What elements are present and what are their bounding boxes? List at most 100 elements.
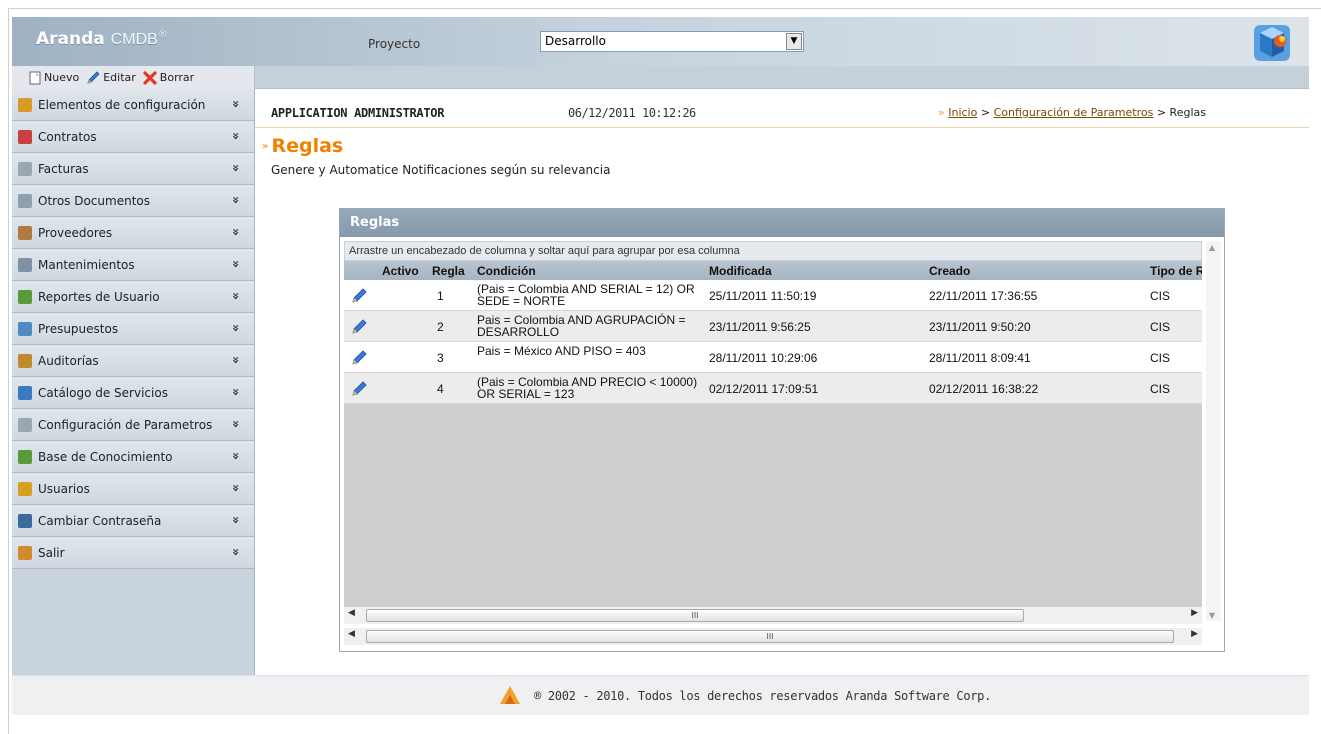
- sidebar-item-label: Salir: [38, 545, 65, 560]
- cell-condicion: Pais = México AND PISO = 403: [477, 344, 646, 358]
- edit-pencil-icon[interactable]: [350, 318, 368, 336]
- project-label: Proyecto: [368, 37, 421, 51]
- cell-modificada: 25/11/2011 11:50:19: [709, 289, 817, 303]
- cmdb-cube-icon: [1254, 25, 1290, 61]
- rules-grid-panel: Reglas Arrastre un encabezado de columna…: [339, 208, 1225, 652]
- copyright-text: ® 2002 - 2010. Todos los derechos reserv…: [534, 689, 992, 703]
- table-row[interactable]: 1 (Pais = Colombia AND SERIAL = 12) OR SE…: [344, 280, 1202, 311]
- panel-horizontal-scrollbar[interactable]: ◀ III ▶: [344, 628, 1202, 645]
- edit-button[interactable]: Editar: [85, 70, 136, 86]
- current-datetime: 06/12/2011 10:12:26: [568, 106, 696, 120]
- cell-creado: 23/11/2011 9:50:20: [929, 320, 1031, 334]
- cell-modificada: 28/11/2011 10:29:06: [709, 351, 818, 365]
- scroll-right-icon[interactable]: ▶: [1191, 608, 1198, 618]
- sidebar-item-label: Configuración de Parametros: [38, 417, 213, 432]
- sidebar-item[interactable]: Mantenimientos »: [12, 249, 254, 281]
- sidebar-item[interactable]: Elementos de configuración »: [12, 89, 254, 121]
- delete-button[interactable]: Borrar: [142, 70, 194, 86]
- column-header-condicion[interactable]: Condición: [477, 264, 536, 278]
- chevron-expand-icon[interactable]: »: [229, 452, 243, 460]
- sidebar-item[interactable]: Auditorías »: [12, 345, 254, 377]
- edit-pencil-icon[interactable]: [350, 380, 368, 398]
- gear-icon: [18, 97, 32, 112]
- breadcrumb-config-link[interactable]: Configuración de Parametros: [994, 106, 1154, 119]
- edit-pencil-icon[interactable]: [350, 349, 368, 367]
- sidebar-item-label: Usuarios: [38, 481, 90, 496]
- table-row[interactable]: 3 Pais = México AND PISO = 403 28/11/2011 …: [344, 342, 1202, 373]
- scroll-thumb[interactable]: III: [366, 630, 1174, 643]
- app-logo: Aranda CMDB®: [36, 29, 168, 49]
- sidebar-item[interactable]: Base de Conocimiento »: [12, 441, 254, 473]
- sidebar-item-label: Reportes de Usuario: [38, 289, 160, 304]
- sidebar-item[interactable]: Reportes de Usuario »: [12, 281, 254, 313]
- sidebar-item-label: Base de Conocimiento: [38, 449, 173, 464]
- chevron-expand-icon[interactable]: »: [229, 548, 243, 556]
- column-header-creado[interactable]: Creado: [929, 264, 970, 278]
- provider-icon: [18, 225, 32, 240]
- sidebar-item[interactable]: Catálogo de Servicios »: [12, 377, 254, 409]
- sidebar-item[interactable]: Otros Documentos »: [12, 185, 254, 217]
- scroll-down-icon[interactable]: ▼: [1209, 611, 1215, 620]
- page-title: » Reglas: [262, 135, 343, 157]
- maintenance-icon: [18, 257, 32, 272]
- chevron-expand-icon[interactable]: »: [229, 100, 243, 108]
- sidebar-item[interactable]: Presupuestos »: [12, 313, 254, 345]
- chevron-expand-icon[interactable]: »: [229, 164, 243, 172]
- cell-modificada: 23/11/2011 9:56:25: [709, 320, 811, 334]
- breadcrumb: » Inicio > Configuración de Parametros >…: [938, 106, 1206, 119]
- pencil-icon: [87, 70, 100, 84]
- chevron-expand-icon[interactable]: »: [229, 196, 243, 204]
- cell-tipo: CIS: [1150, 289, 1171, 303]
- breadcrumb-home-link[interactable]: Inicio: [948, 106, 977, 119]
- new-document-icon: [29, 71, 41, 84]
- sidebar-item[interactable]: Salir »: [12, 537, 254, 569]
- column-header-modificada[interactable]: Modificada: [709, 264, 772, 278]
- scroll-thumb[interactable]: III: [366, 609, 1024, 622]
- chevron-expand-icon[interactable]: »: [229, 292, 243, 300]
- chevron-expand-icon[interactable]: »: [229, 324, 243, 332]
- table-row[interactable]: 2 Pais = Colombia AND AGRUPACIÓN = DESARR…: [344, 311, 1202, 342]
- sidebar-item[interactable]: Usuarios »: [12, 473, 254, 505]
- cell-tipo: CIS: [1150, 351, 1171, 365]
- chevron-expand-icon[interactable]: »: [229, 132, 243, 140]
- sidebar-item-label: Presupuestos: [38, 321, 119, 336]
- vertical-scrollbar[interactable]: ▲ ▼: [1206, 241, 1221, 621]
- column-header-activo[interactable]: Activo: [382, 264, 419, 278]
- cell-regla: 3: [437, 351, 444, 365]
- sidebar-item[interactable]: Configuración de Parametros »: [12, 409, 254, 441]
- exit-icon: [18, 545, 32, 560]
- chevron-expand-icon[interactable]: »: [229, 260, 243, 268]
- column-header-regla[interactable]: Regla: [432, 264, 465, 278]
- toolbar-buttons: Nuevo Editar Borrar: [12, 66, 255, 89]
- chevron-expand-icon[interactable]: »: [229, 356, 243, 364]
- new-button[interactable]: Nuevo: [28, 71, 79, 85]
- sidebar-item[interactable]: Proveedores »: [12, 217, 254, 249]
- chevron-expand-icon[interactable]: »: [229, 516, 243, 524]
- sidebar-item[interactable]: Cambiar Contraseña »: [12, 505, 254, 537]
- grid-horizontal-scrollbar[interactable]: ◀ III ▶: [344, 607, 1202, 624]
- edit-pencil-icon[interactable]: [350, 287, 368, 305]
- scroll-left-icon[interactable]: ◀: [348, 608, 355, 618]
- table-row[interactable]: 4 (Pais = Colombia AND PRECIO < 10000) OR…: [344, 373, 1202, 404]
- grid-body: 1 (Pais = Colombia AND SERIAL = 12) OR SE…: [344, 280, 1202, 609]
- column-header-tipo[interactable]: Tipo de R: [1150, 264, 1202, 278]
- logo-brand: Aranda: [36, 29, 105, 49]
- scroll-up-icon[interactable]: ▲: [1209, 243, 1215, 252]
- cell-creado: 02/12/2011 16:38:22: [929, 382, 1039, 396]
- chevron-expand-icon[interactable]: »: [229, 484, 243, 492]
- chevron-expand-icon[interactable]: »: [229, 388, 243, 396]
- cell-regla: 4: [437, 382, 444, 396]
- page-subtitle: Genere y Automatice Notificaciones según…: [271, 163, 611, 177]
- chevron-expand-icon[interactable]: »: [229, 420, 243, 428]
- chevron-down-icon[interactable]: ▼: [786, 33, 802, 50]
- scroll-right-icon[interactable]: ▶: [1191, 629, 1198, 639]
- project-select[interactable]: Desarrollo ▼: [540, 31, 804, 52]
- sidebar-item[interactable]: Contratos »: [12, 121, 254, 153]
- chevron-expand-icon[interactable]: »: [229, 228, 243, 236]
- scroll-left-icon[interactable]: ◀: [348, 629, 355, 639]
- sidebar-item[interactable]: Facturas »: [12, 153, 254, 185]
- delete-button-label: Borrar: [159, 71, 195, 84]
- group-by-drop-area[interactable]: Arrastre un encabezado de columna y solt…: [344, 241, 1202, 261]
- breadcrumb-current: Reglas: [1169, 106, 1206, 119]
- breadcrumb-separator: >: [980, 106, 991, 119]
